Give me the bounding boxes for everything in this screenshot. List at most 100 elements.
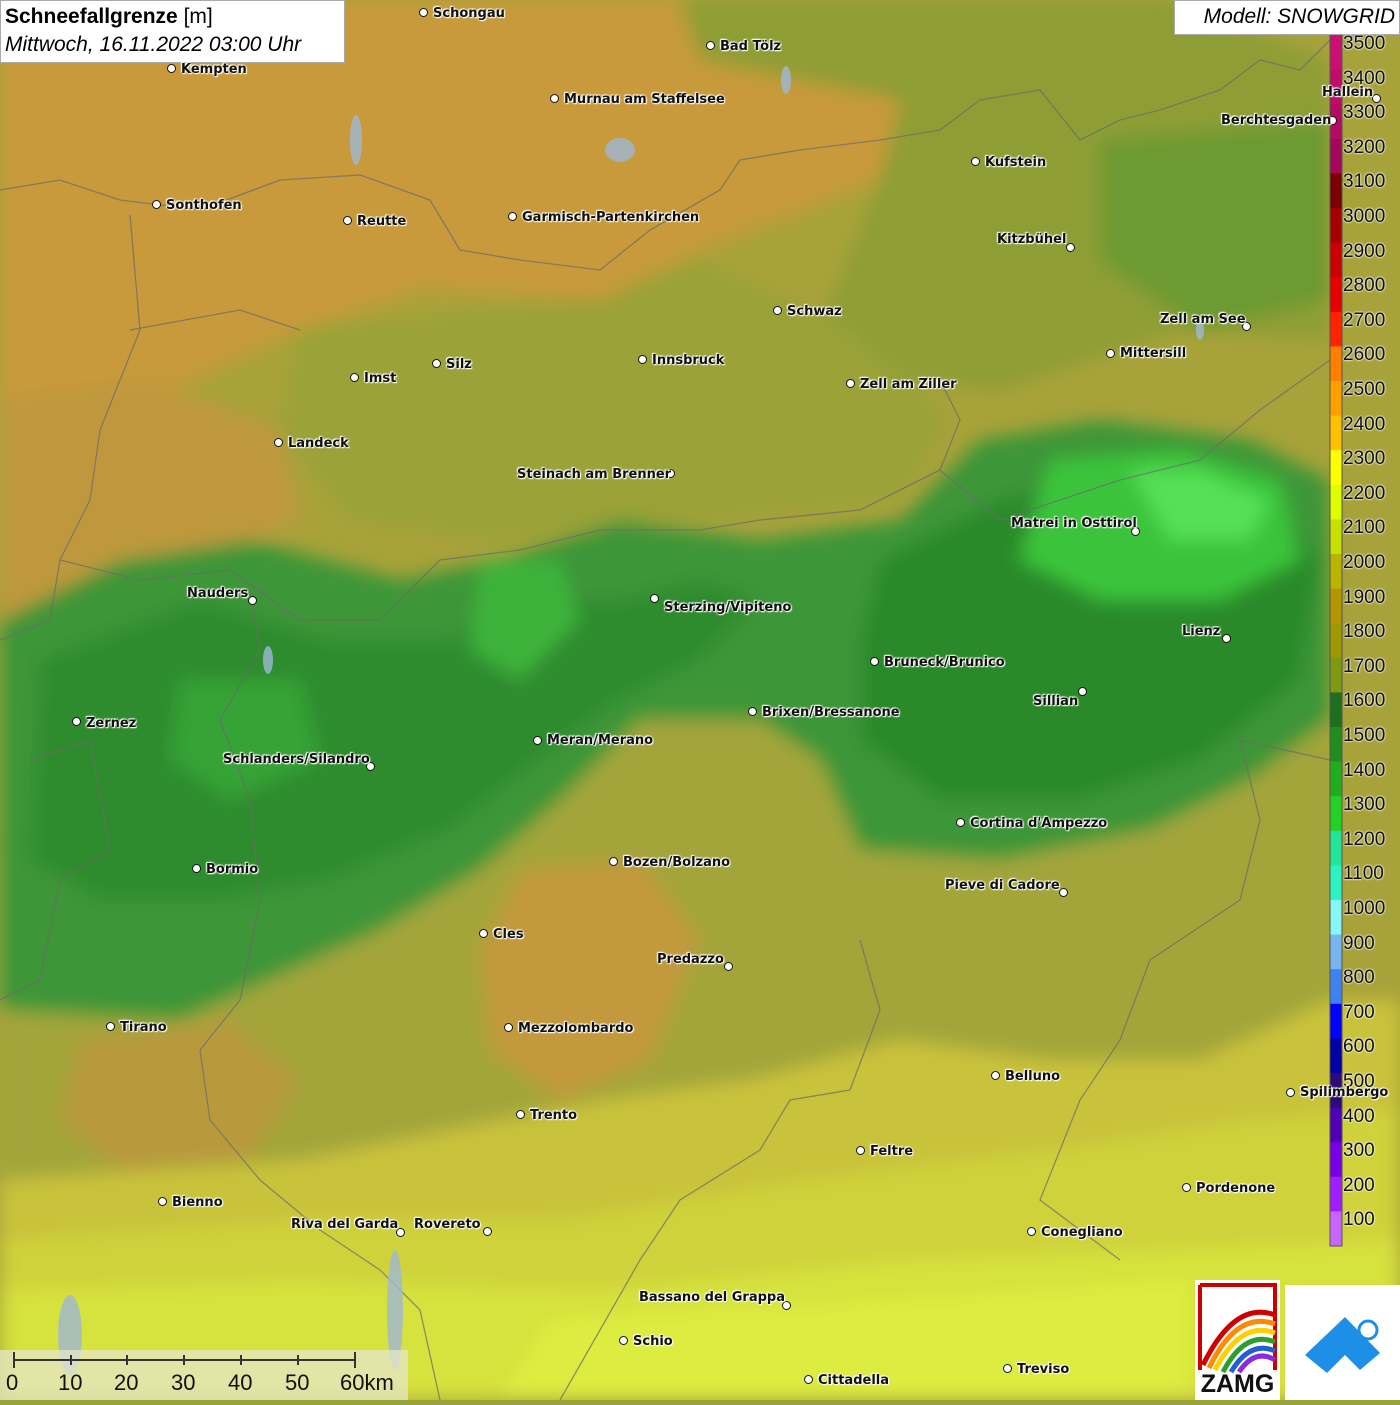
city-label: Cortina d'Ampezzo <box>970 816 1108 831</box>
city-label: Berchtesgaden <box>1221 113 1332 128</box>
city-marker <box>638 355 647 364</box>
legend-label: 2500 <box>1343 379 1386 400</box>
legend-label: 2400 <box>1343 413 1386 435</box>
city-marker <box>483 1227 492 1236</box>
scale-label: 10 <box>58 1370 83 1395</box>
legend-label: 1100 <box>1343 863 1384 885</box>
scale-label: 60km <box>340 1370 394 1395</box>
geosphere-logo <box>1285 1285 1400 1400</box>
legend-label: 2900 <box>1343 240 1386 262</box>
scale-label: 0 <box>6 1370 19 1395</box>
city-marker <box>991 1071 1000 1080</box>
legend-swatch <box>1330 519 1342 555</box>
legend-swatch <box>1330 554 1342 590</box>
city-label: Sterzing/Vipiteno <box>664 600 792 615</box>
legend-label: 1600 <box>1343 690 1386 712</box>
legend-label: 300 <box>1343 1140 1375 1162</box>
legend-label: 1700 <box>1343 655 1386 677</box>
legend-swatch <box>1330 900 1342 936</box>
legend-label: 800 <box>1343 967 1375 989</box>
city-label: Sillian <box>1033 694 1079 709</box>
legend-label: 2300 <box>1343 448 1386 470</box>
legend-label: 200 <box>1343 1174 1375 1196</box>
city-label: Matrei in Osttirol <box>1011 516 1137 531</box>
city-label: Bruneck/Brunico <box>884 655 1005 670</box>
city-marker <box>432 359 441 368</box>
city-marker <box>1078 687 1087 696</box>
city-label: Nauders <box>187 586 249 601</box>
legend-label: 700 <box>1343 1001 1375 1023</box>
city-marker <box>72 717 81 726</box>
city-marker <box>1059 888 1068 897</box>
city-label: Predazzo <box>657 952 724 967</box>
city-label: Zernez <box>86 716 137 731</box>
legend-swatch <box>1330 657 1342 693</box>
city-label: Bad Tölz <box>720 39 782 54</box>
legend-swatch <box>1330 138 1342 174</box>
legend-swatch <box>1330 692 1342 728</box>
legend-swatch <box>1330 381 1342 417</box>
legend-label: 1400 <box>1343 759 1386 781</box>
city-label: Feltre <box>870 1144 914 1159</box>
zamg-rainbow-icon <box>1198 1283 1277 1374</box>
city-marker <box>248 596 257 605</box>
legend-swatch <box>1330 415 1342 451</box>
city-marker <box>152 200 161 209</box>
city-marker <box>650 594 659 603</box>
city-marker <box>1372 94 1381 103</box>
city-marker <box>350 373 359 382</box>
forecast-datetime: Mittwoch, 16.11.2022 03:00 Uhr <box>5 33 302 56</box>
city-marker <box>508 212 517 221</box>
city-label: Bassano del Grappa <box>639 1290 785 1305</box>
legend-swatch <box>1330 588 1342 624</box>
city-label: Riva del Garda <box>291 1217 399 1232</box>
title-box: Schneefallgrenze [m] Mittwoch, 16.11.202… <box>0 0 345 63</box>
legend-label: 2800 <box>1343 275 1386 297</box>
city-label: Tirano <box>120 1020 167 1035</box>
city-label: Kufstein <box>985 155 1047 170</box>
legend-swatch <box>1330 865 1342 901</box>
city-label: Steinach am Brenner <box>517 467 672 482</box>
legend-swatch <box>1330 277 1342 313</box>
city-marker <box>343 216 352 225</box>
city-label: Garmisch-Partenkirchen <box>522 210 700 225</box>
legend-label: 400 <box>1343 1105 1375 1127</box>
city-label: Brixen/Bressanone <box>762 705 900 720</box>
legend-swatch <box>1330 727 1342 763</box>
city-marker <box>550 94 559 103</box>
legend-label: 3200 <box>1343 136 1386 158</box>
city-label: Zell am See <box>1160 312 1246 327</box>
scale-label: 20 <box>114 1370 139 1395</box>
city-marker <box>274 438 283 447</box>
city-marker <box>504 1023 513 1032</box>
legend-label: 1200 <box>1343 828 1386 850</box>
legend-label: 3100 <box>1343 171 1386 193</box>
city-label: Treviso <box>1017 1362 1070 1377</box>
city-label: Bozen/Bolzano <box>623 855 731 870</box>
city-label: Kitzbühel <box>997 232 1067 247</box>
city-marker <box>1106 349 1115 358</box>
legend-swatch <box>1330 1142 1342 1178</box>
legend-label: 900 <box>1343 932 1375 954</box>
geosphere-icon <box>1305 1317 1380 1373</box>
city-label: Bormio <box>206 862 259 877</box>
city-label: Cles <box>493 927 524 942</box>
city-label: Meran/Merano <box>547 733 654 748</box>
city-label: Landeck <box>288 436 349 451</box>
city-marker <box>706 41 715 50</box>
model-label: Modell: SNOWGRID <box>1174 0 1400 35</box>
legend-label: 100 <box>1343 1209 1375 1231</box>
city-marker <box>1222 634 1231 643</box>
city-marker <box>533 736 542 745</box>
city-label: Schwaz <box>787 304 842 319</box>
city-label: Pordenone <box>1196 1181 1276 1196</box>
city-label: Hallein <box>1322 85 1374 100</box>
zamg-wordmark: ZAMG <box>1200 1370 1275 1398</box>
legend-label: 1900 <box>1343 586 1386 608</box>
city-marker <box>1182 1183 1191 1192</box>
legend-label: 2100 <box>1343 517 1386 539</box>
scale-label: 30 <box>171 1370 196 1395</box>
city-marker <box>804 1375 813 1384</box>
city-label: Pieve di Cadore <box>945 878 1060 893</box>
legend-label: 3500 <box>1343 33 1386 54</box>
